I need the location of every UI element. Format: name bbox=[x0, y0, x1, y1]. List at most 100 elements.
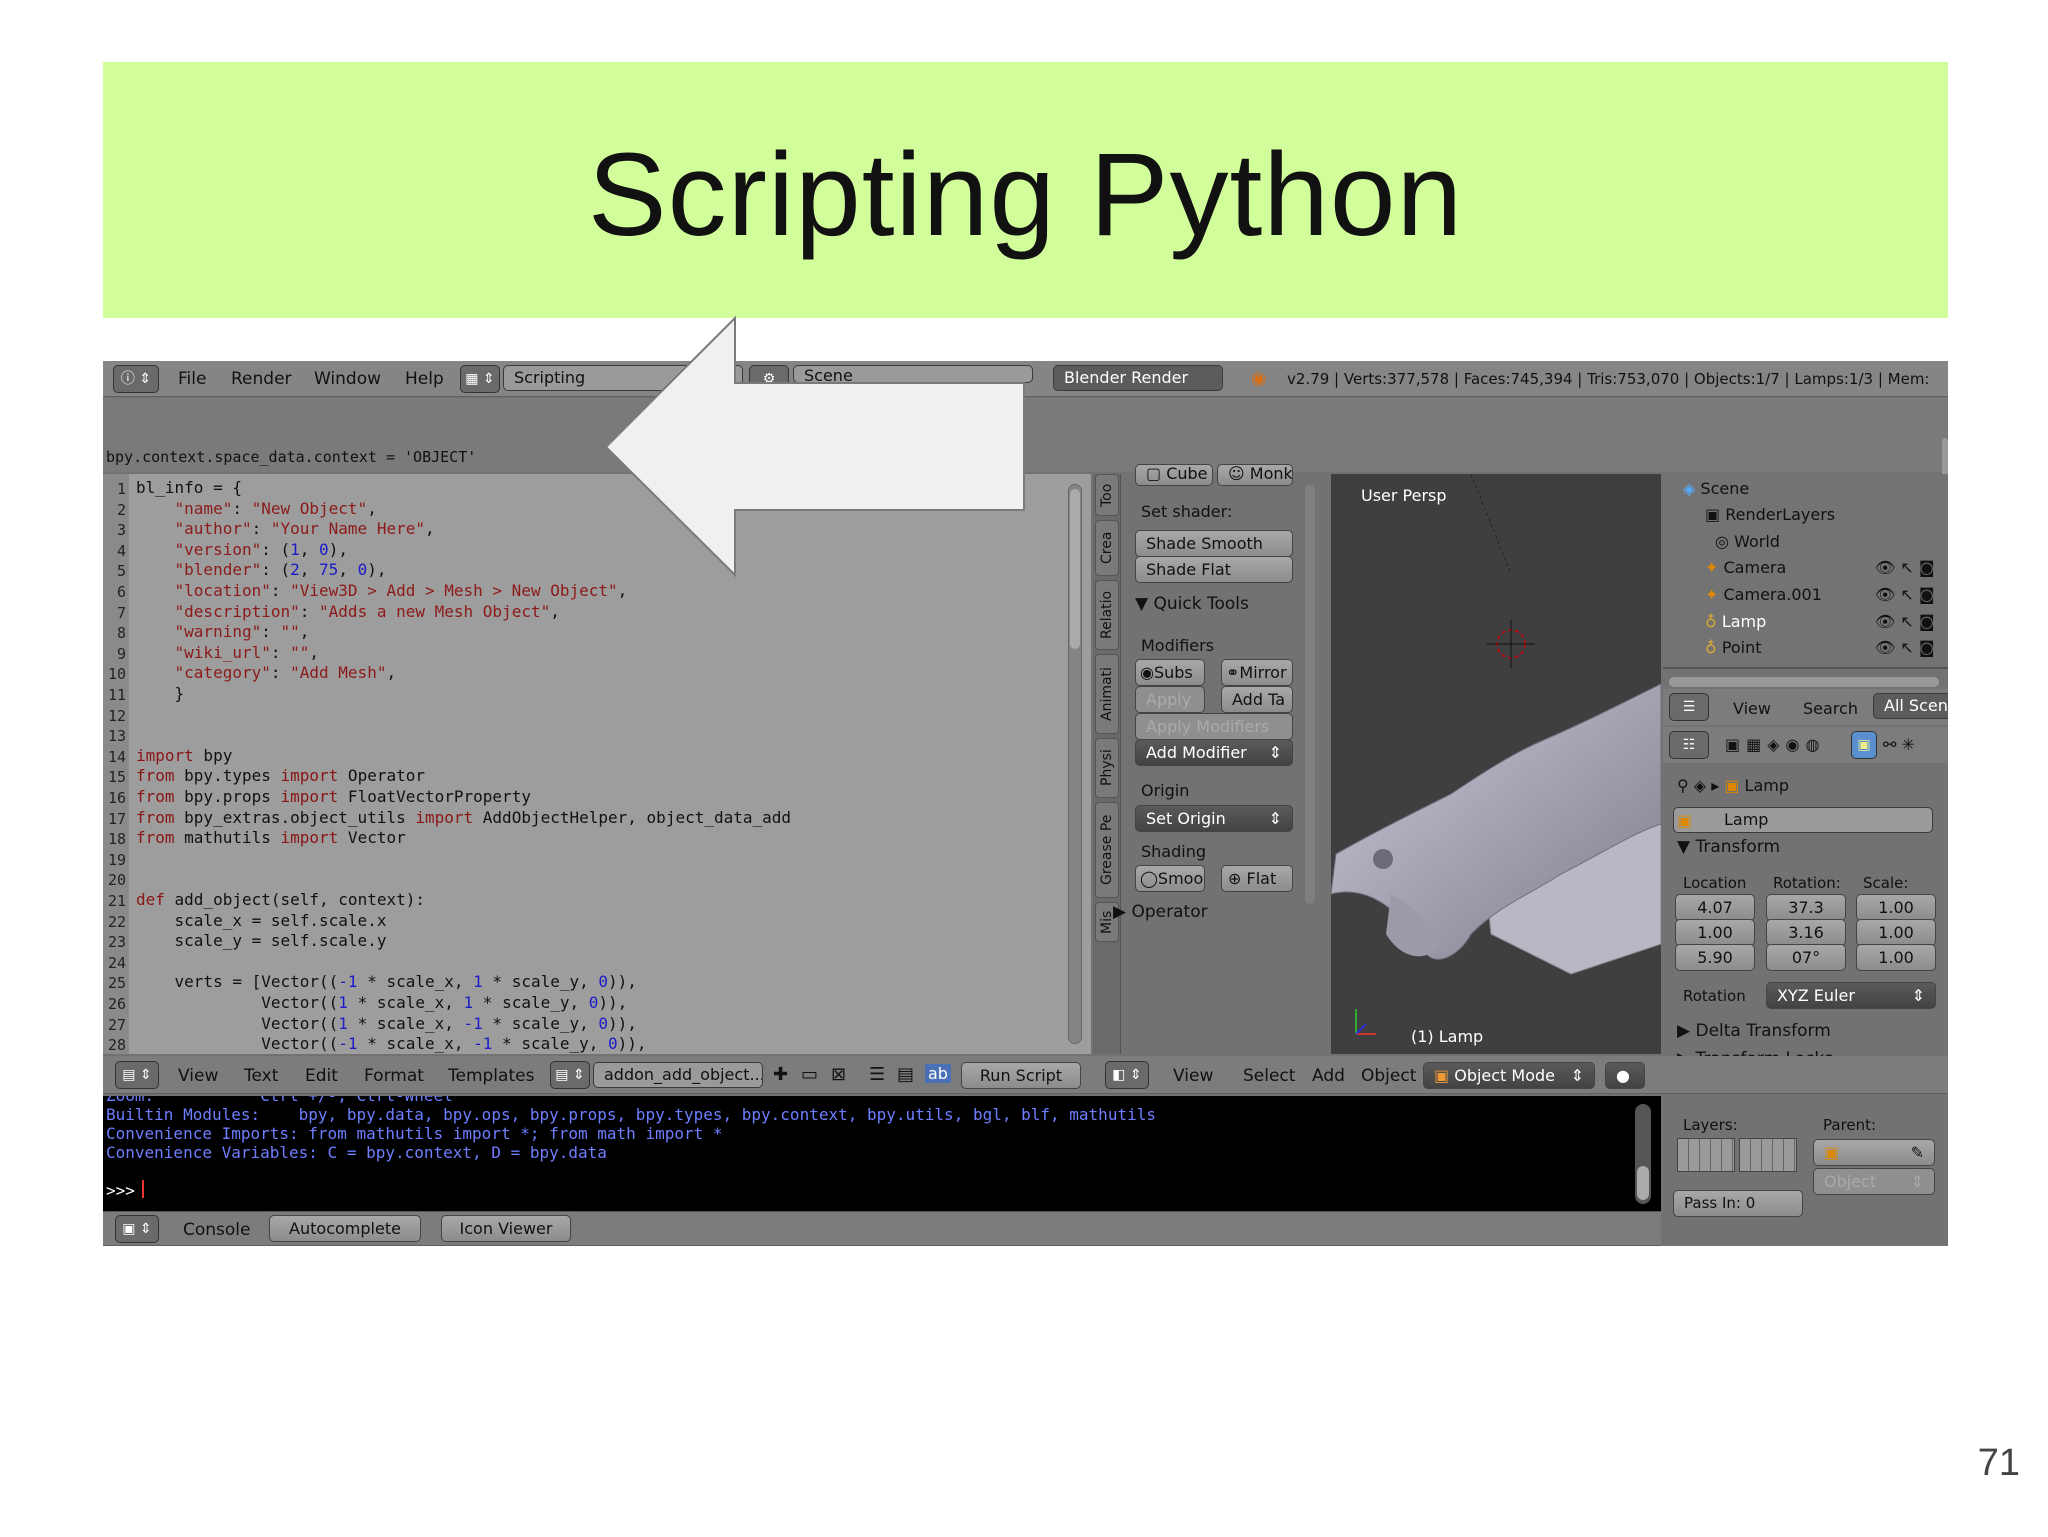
text-menu-text[interactable]: Text bbox=[244, 1066, 278, 1086]
apply-button[interactable]: Apply bbox=[1135, 686, 1205, 713]
visibility-eye-icon[interactable]: 👁 ↖ ◙ bbox=[1875, 558, 1934, 577]
console-type-icon[interactable]: ▣ ⇕ bbox=[115, 1215, 159, 1243]
tab-animation[interactable]: Animati bbox=[1095, 654, 1119, 734]
console-menu[interactable]: Console bbox=[183, 1220, 251, 1240]
apply-modifiers-button[interactable]: Apply Modifiers bbox=[1135, 713, 1293, 740]
outliner-editor-icon[interactable]: ☰ bbox=[1669, 693, 1709, 721]
property-context-icons[interactable]: ▣▦◈◉◍ bbox=[1725, 735, 1825, 754]
tab-grease-pencil[interactable]: Grease Pe bbox=[1095, 802, 1119, 898]
layers-grid-a[interactable] bbox=[1677, 1138, 1735, 1172]
viewport-type-icon[interactable]: ◧ ⇕ bbox=[1105, 1061, 1149, 1089]
outliner-lamp[interactable]: ♁ Lamp bbox=[1705, 612, 1766, 631]
scale-y-field[interactable]: 1.00 bbox=[1856, 919, 1936, 946]
layers-grid-b[interactable] bbox=[1739, 1138, 1797, 1172]
shade-smooth-button[interactable]: Shade Smooth bbox=[1135, 530, 1293, 557]
outliner-camera[interactable]: ✦ Camera bbox=[1705, 558, 1786, 577]
shading-flat-button[interactable]: ⊕ Flat bbox=[1221, 865, 1293, 892]
rotation-mode-dropdown[interactable]: XYZ Euler ⇕ bbox=[1766, 982, 1936, 1009]
icon-viewer-button[interactable]: Icon Viewer bbox=[441, 1215, 571, 1242]
scene-selector[interactable]: Scene bbox=[793, 365, 1033, 383]
word-wrap-toggle-icon[interactable]: ▤ bbox=[897, 1064, 914, 1085]
add-modifier-dropdown[interactable]: Add Modifier ⇕ bbox=[1135, 739, 1293, 766]
menu-render[interactable]: Render bbox=[231, 369, 292, 389]
visibility-eye-icon[interactable]: 👁 ↖ ◙ bbox=[1875, 638, 1934, 657]
shading-smooth-button[interactable]: ◯Smoo bbox=[1135, 865, 1205, 892]
text-file-selector[interactable]: addon_add_object... bbox=[593, 1062, 763, 1088]
tool-shelf-scrollbar[interactable] bbox=[1305, 484, 1315, 904]
add-monkey-button[interactable]: ☺ Monk bbox=[1217, 464, 1293, 486]
object-mode-dropdown[interactable]: ▣ Object Mode ⇕ bbox=[1423, 1062, 1595, 1089]
info-editor-icon[interactable]: ⓘ ⇕ bbox=[113, 365, 159, 393]
parent-field[interactable]: ▣ ✎ bbox=[1813, 1139, 1935, 1166]
tab-physics[interactable]: Physi bbox=[1095, 738, 1119, 798]
menu-help[interactable]: Help bbox=[405, 369, 444, 389]
viewport-menu-add[interactable]: Add bbox=[1312, 1066, 1345, 1086]
layout-selector[interactable]: Scripting bbox=[503, 365, 743, 391]
autocomplete-button[interactable]: Autocomplete bbox=[269, 1215, 421, 1242]
menu-window[interactable]: Window bbox=[314, 369, 381, 389]
quick-tools-header[interactable]: ▼ Quick Tools bbox=[1135, 594, 1249, 614]
open-text-icon[interactable]: ▭ bbox=[801, 1064, 818, 1085]
line-numbers-toggle-icon[interactable]: ☰ bbox=[869, 1064, 885, 1085]
mirror-button[interactable]: ⚭Mirror bbox=[1221, 659, 1293, 686]
text-editor[interactable]: 1 2 3 4 5 6 7 8 9 10 11 12 13 14 15 16 17 18 19 20 21 22 23 24 2… bbox=[103, 474, 1091, 1054]
outliner-scene[interactable]: ◈ Scene bbox=[1683, 479, 1749, 498]
viewport-shading-dropdown[interactable]: ● bbox=[1605, 1062, 1645, 1089]
properties-editor-icon[interactable]: ☷ bbox=[1669, 731, 1709, 759]
viewport-menu-select[interactable]: Select bbox=[1243, 1066, 1295, 1086]
outliner-camera-001[interactable]: ✦ Camera.001 bbox=[1705, 585, 1822, 604]
syntax-highlight-toggle-icon[interactable]: ab bbox=[925, 1064, 951, 1083]
text-menu-view[interactable]: View bbox=[178, 1066, 218, 1086]
shade-flat-button[interactable]: Shade Flat bbox=[1135, 556, 1293, 583]
subsurf-button[interactable]: ◉Subs bbox=[1135, 659, 1205, 686]
unlink-text-icon[interactable]: ⊠ bbox=[831, 1064, 846, 1085]
text-datablock-icon[interactable]: ▤ ⇕ bbox=[550, 1061, 590, 1089]
viewport-menu-object[interactable]: Object bbox=[1361, 1066, 1416, 1086]
add-target-button[interactable]: Add Ta bbox=[1221, 686, 1293, 713]
render-engine-selector[interactable]: Blender Render bbox=[1053, 365, 1223, 391]
tab-create[interactable]: Crea bbox=[1095, 520, 1119, 576]
tab-tools[interactable]: Too bbox=[1095, 474, 1119, 516]
text-menu-format[interactable]: Format bbox=[364, 1066, 424, 1086]
transform-panel-header[interactable]: ▼ Transform bbox=[1677, 837, 1780, 857]
python-console[interactable]: Zoom: Ctrl +/-, Ctrl-WheelBuiltin Module… bbox=[103, 1096, 1661, 1211]
outliner-view-menu[interactable]: View bbox=[1733, 699, 1771, 718]
outliner-display-mode[interactable]: All Scene bbox=[1873, 693, 1948, 719]
run-script-button[interactable]: Run Script bbox=[961, 1062, 1081, 1089]
menu-file[interactable]: File bbox=[178, 369, 206, 389]
console-scrollbar[interactable] bbox=[1635, 1104, 1651, 1204]
editor-scrollbar[interactable] bbox=[1068, 484, 1082, 1044]
text-editor-type-icon[interactable]: ▤ ⇕ bbox=[115, 1061, 159, 1089]
outliner-renderlayers[interactable]: ▣ RenderLayers bbox=[1705, 505, 1835, 524]
outliner-point[interactable]: ♁ Point bbox=[1705, 638, 1762, 657]
rotation-y-field[interactable]: 3.16 bbox=[1766, 919, 1846, 946]
3d-viewport[interactable]: User Persp (1) Lamp bbox=[1331, 474, 1661, 1054]
pass-index-field[interactable]: Pass In: 0 bbox=[1673, 1190, 1803, 1217]
object-name-field[interactable]: Lamp bbox=[1673, 807, 1933, 833]
text-menu-edit[interactable]: Edit bbox=[305, 1066, 338, 1086]
object-tab-icon[interactable]: ▣ bbox=[1851, 731, 1877, 759]
add-cube-button[interactable]: ▢ Cube bbox=[1135, 464, 1213, 486]
set-origin-dropdown[interactable]: Set Origin ⇕ bbox=[1135, 805, 1293, 832]
tab-relations[interactable]: Relatio bbox=[1095, 580, 1119, 650]
text-menu-templates[interactable]: Templates bbox=[448, 1066, 534, 1086]
outliner-scrollbar[interactable] bbox=[1669, 677, 1939, 687]
outliner-world[interactable]: ◎ World bbox=[1715, 532, 1780, 551]
delta-transform-header[interactable]: ▶ Delta Transform bbox=[1677, 1021, 1831, 1041]
rotation-x-field[interactable]: 37.3 bbox=[1766, 894, 1846, 921]
scene-icon[interactable]: ⚙ bbox=[749, 365, 789, 393]
parent-type-dropdown[interactable]: Object ⇕ bbox=[1813, 1168, 1935, 1195]
visibility-eye-icon[interactable]: 👁 ↖ ◙ bbox=[1875, 612, 1934, 631]
outliner-search-menu[interactable]: Search bbox=[1803, 699, 1858, 718]
operator-panel-header[interactable]: ▶ Operator bbox=[1113, 902, 1208, 922]
constraint-tab-icons[interactable]: ⚯ ✳ bbox=[1883, 735, 1915, 754]
location-x-field[interactable]: 4.07 bbox=[1675, 894, 1755, 921]
layout-icon[interactable]: ▦ ⇕ bbox=[460, 365, 500, 393]
viewport-menu-view[interactable]: View bbox=[1173, 1066, 1213, 1086]
scale-z-field[interactable]: 1.00 bbox=[1856, 944, 1936, 971]
scale-x-field[interactable]: 1.00 bbox=[1856, 894, 1936, 921]
new-text-icon[interactable]: ✚ bbox=[773, 1064, 788, 1085]
location-z-field[interactable]: 5.90 bbox=[1675, 944, 1755, 971]
visibility-eye-icon[interactable]: 👁 ↖ ◙ bbox=[1875, 585, 1934, 604]
location-y-field[interactable]: 1.00 bbox=[1675, 919, 1755, 946]
